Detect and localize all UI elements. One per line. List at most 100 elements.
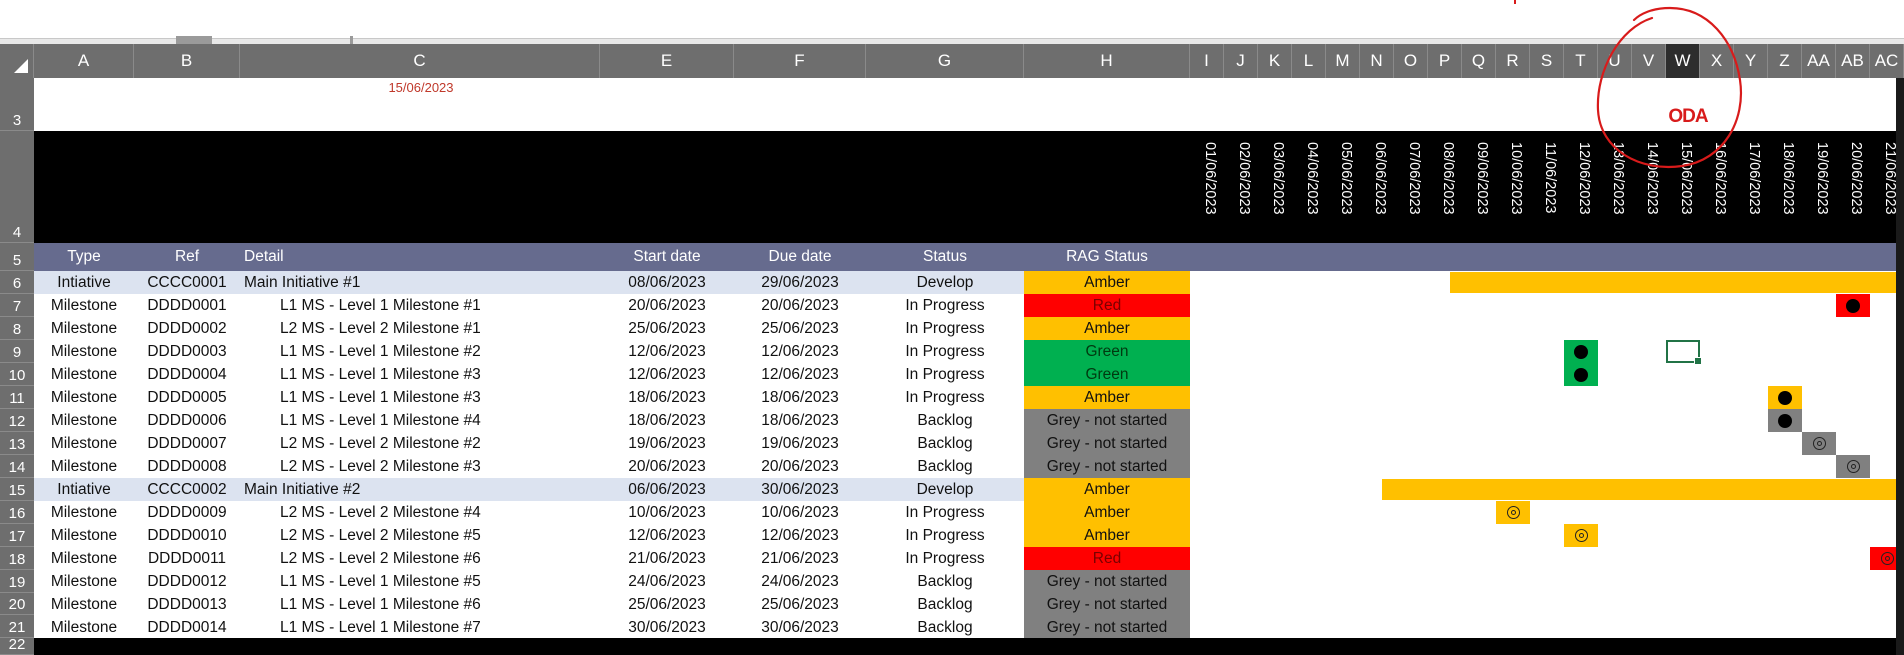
cell-start-date[interactable]: 20/06/2023 (600, 455, 734, 478)
row-header-20[interactable]: 20 (0, 593, 34, 615)
cell-type[interactable]: Milestone (34, 547, 134, 570)
cell-status[interactable]: Backlog (866, 432, 1024, 455)
cell-status[interactable]: In Progress (866, 386, 1024, 409)
cell-ref[interactable]: DDDD0006 (134, 409, 240, 432)
column-header-col-a[interactable]: A (34, 44, 134, 78)
header-due-date[interactable]: Due date (734, 243, 866, 271)
cell-detail[interactable]: L1 MS - Level 1 Milestone #7 (280, 616, 600, 639)
cell-ref[interactable]: DDDD0010 (134, 524, 240, 547)
cell-type[interactable]: Milestone (34, 524, 134, 547)
cell-due-date[interactable]: 12/06/2023 (734, 340, 866, 363)
column-header-col-k[interactable]: K (1258, 44, 1292, 78)
cell-type[interactable]: Milestone (34, 386, 134, 409)
row-header-19[interactable]: 19 (0, 570, 34, 593)
cell-detail[interactable]: L1 MS - Level 1 Milestone #3 (280, 386, 600, 409)
column-header-col-s[interactable]: S (1530, 44, 1564, 78)
row-header-12[interactable]: 12 (0, 409, 34, 432)
column-header-col-p[interactable]: P (1428, 44, 1462, 78)
cell-type[interactable]: Milestone (34, 294, 134, 317)
cell-rag-status[interactable]: Grey - not started (1024, 616, 1190, 639)
cell-status[interactable]: Backlog (866, 409, 1024, 432)
cell-rag-status[interactable]: Amber (1024, 317, 1190, 340)
cell-detail[interactable]: L2 MS - Level 2 Milestone #5 (280, 524, 600, 547)
column-header-col-aa[interactable]: AA (1802, 44, 1836, 78)
cell-ref[interactable]: DDDD0001 (134, 294, 240, 317)
cell-start-date[interactable]: 08/06/2023 (600, 271, 734, 294)
cell-detail[interactable]: L2 MS - Level 2 Milestone #1 (280, 317, 600, 340)
row-header-5[interactable]: 5 (0, 243, 34, 271)
cell-detail[interactable]: L1 MS - Level 1 Milestone #3 (280, 363, 600, 386)
cell-ref[interactable]: CCCC0001 (134, 271, 240, 294)
cell-status[interactable]: In Progress (866, 524, 1024, 547)
cell-rag-status[interactable]: Grey - not started (1024, 593, 1190, 616)
cell-due-date[interactable]: 20/06/2023 (734, 455, 866, 478)
cell-type[interactable]: Intiative (34, 271, 134, 294)
row-header-18[interactable]: 18 (0, 547, 34, 570)
row-header-22[interactable]: 22 (0, 636, 34, 655)
cell-ref[interactable]: DDDD0003 (134, 340, 240, 363)
cell-ref[interactable]: DDDD0007 (134, 432, 240, 455)
cell-due-date[interactable]: 20/06/2023 (734, 294, 866, 317)
cell-due-date[interactable]: 19/06/2023 (734, 432, 866, 455)
cell-start-date[interactable]: 12/06/2023 (600, 363, 734, 386)
cell-ref[interactable]: DDDD0011 (134, 547, 240, 570)
cell-status[interactable]: In Progress (866, 363, 1024, 386)
row-header-13[interactable]: 13 (0, 432, 34, 455)
header-type[interactable]: Type (34, 243, 134, 271)
cell-detail[interactable]: L2 MS - Level 2 Milestone #2 (280, 432, 600, 455)
row-header-11[interactable]: 11 (0, 386, 34, 409)
column-header-col-z[interactable]: Z (1768, 44, 1802, 78)
cell-status[interactable]: Backlog (866, 570, 1024, 593)
cell-detail[interactable]: L2 MS - Level 2 Milestone #4 (280, 501, 600, 524)
cell-rag-status[interactable]: Grey - not started (1024, 432, 1190, 455)
sheet-tab-active[interactable] (176, 36, 212, 44)
cell-due-date[interactable]: 25/06/2023 (734, 317, 866, 340)
selected-cell[interactable] (1666, 340, 1702, 365)
cell-due-date[interactable]: 12/06/2023 (734, 524, 866, 547)
cell-start-date[interactable]: 12/06/2023 (600, 524, 734, 547)
cell-rag-status[interactable]: Amber (1024, 478, 1190, 501)
cell-detail[interactable]: Main Initiative #2 (244, 478, 600, 501)
vertical-scrollbar[interactable] (1896, 78, 1904, 655)
cell-status[interactable]: In Progress (866, 317, 1024, 340)
cell-type[interactable]: Milestone (34, 317, 134, 340)
header-ref[interactable]: Ref (134, 243, 240, 271)
column-header-col-i[interactable]: I (1190, 44, 1224, 78)
cell-ref[interactable]: DDDD0012 (134, 570, 240, 593)
column-header-col-b[interactable]: B (134, 44, 240, 78)
cell-type[interactable]: Milestone (34, 363, 134, 386)
cell-status[interactable]: In Progress (866, 340, 1024, 363)
column-header-col-e[interactable]: E (600, 44, 734, 78)
cell-rag-status[interactable]: Amber (1024, 501, 1190, 524)
cell-rag-status[interactable]: Amber (1024, 271, 1190, 294)
cell-ref[interactable]: DDDD0002 (134, 317, 240, 340)
column-header-col-c[interactable]: C (240, 44, 600, 78)
cell-start-date[interactable]: 10/06/2023 (600, 501, 734, 524)
header-rag-status[interactable]: RAG Status (1024, 243, 1190, 271)
cell-start-date[interactable]: 12/06/2023 (600, 340, 734, 363)
cell-type[interactable]: Milestone (34, 501, 134, 524)
cell-type[interactable]: Milestone (34, 616, 134, 639)
column-header-col-g[interactable]: G (866, 44, 1024, 78)
column-header-col-j[interactable]: J (1224, 44, 1258, 78)
cell-ref[interactable]: DDDD0004 (134, 363, 240, 386)
cell-detail[interactable]: Main Initiative #1 (244, 271, 600, 294)
cell-type[interactable]: Milestone (34, 455, 134, 478)
cell-ref[interactable]: DDDD0005 (134, 386, 240, 409)
column-header-col-m[interactable]: M (1326, 44, 1360, 78)
cell-status[interactable]: In Progress (866, 547, 1024, 570)
column-header-col-n[interactable]: N (1360, 44, 1394, 78)
row-header-15[interactable]: 15 (0, 478, 34, 501)
cell-detail[interactable]: L1 MS - Level 1 Milestone #2 (280, 340, 600, 363)
cell-type[interactable]: Milestone (34, 593, 134, 616)
cell-detail[interactable]: L1 MS - Level 1 Milestone #5 (280, 570, 600, 593)
cell-rag-status[interactable]: Amber (1024, 524, 1190, 547)
cell-due-date[interactable]: 30/06/2023 (734, 616, 866, 639)
cell-rag-status[interactable]: Green (1024, 340, 1190, 363)
cell-due-date[interactable]: 21/06/2023 (734, 547, 866, 570)
cell-ref[interactable]: DDDD0013 (134, 593, 240, 616)
row-header-4[interactable]: 4 (0, 131, 34, 243)
cell-start-date[interactable]: 18/06/2023 (600, 409, 734, 432)
cell-ref[interactable]: CCCC0002 (134, 478, 240, 501)
row-header-3[interactable]: 3 (0, 78, 34, 131)
